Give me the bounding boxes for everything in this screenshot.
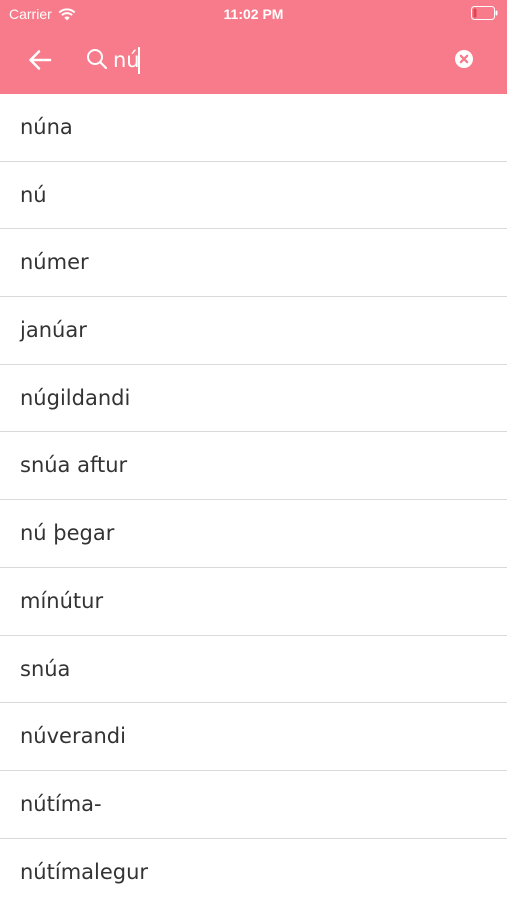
list-item[interactable]: janúar bbox=[0, 297, 507, 365]
search-results-list: núna nú númer janúar núgildandi snúa aft… bbox=[0, 94, 507, 906]
result-word: snúa bbox=[20, 656, 71, 681]
list-item[interactable]: mínútur bbox=[0, 568, 507, 636]
list-item[interactable]: nútíma- bbox=[0, 771, 507, 839]
result-word: nú bbox=[20, 182, 47, 207]
result-word: núgildandi bbox=[20, 385, 131, 410]
list-item[interactable]: núna bbox=[0, 94, 507, 162]
text-cursor bbox=[138, 47, 140, 74]
clear-search-icon[interactable] bbox=[454, 49, 474, 69]
search-input[interactable] bbox=[113, 42, 433, 78]
list-item[interactable]: snúa bbox=[0, 636, 507, 704]
result-word: númer bbox=[20, 250, 89, 275]
result-word: mínútur bbox=[20, 588, 104, 613]
list-item[interactable]: núverandi bbox=[0, 703, 507, 771]
list-item[interactable]: núgildandi bbox=[0, 365, 507, 433]
search-icon bbox=[87, 49, 108, 70]
result-word: nú þegar bbox=[20, 521, 115, 546]
list-item[interactable]: nútímalegur bbox=[0, 839, 507, 906]
result-word: nútímalegur bbox=[20, 859, 149, 884]
search-bar bbox=[0, 28, 507, 94]
result-word: snúa aftur bbox=[20, 453, 128, 478]
back-arrow-icon[interactable] bbox=[26, 46, 54, 74]
list-item[interactable]: nú þegar bbox=[0, 500, 507, 568]
list-item[interactable]: snúa aftur bbox=[0, 432, 507, 501]
status-bar: Carrier 11:02 PM bbox=[0, 0, 507, 28]
result-word: nútíma- bbox=[20, 791, 102, 816]
result-word: núverandi bbox=[20, 724, 126, 749]
status-time: 11:02 PM bbox=[223, 6, 284, 22]
result-word: núna bbox=[20, 115, 73, 139]
app-header: Carrier 11:02 PM bbox=[0, 0, 507, 94]
list-item[interactable]: númer bbox=[0, 229, 507, 298]
list-item[interactable]: nú bbox=[0, 162, 507, 230]
battery-icon bbox=[471, 6, 498, 20]
result-word: janúar bbox=[20, 318, 87, 343]
